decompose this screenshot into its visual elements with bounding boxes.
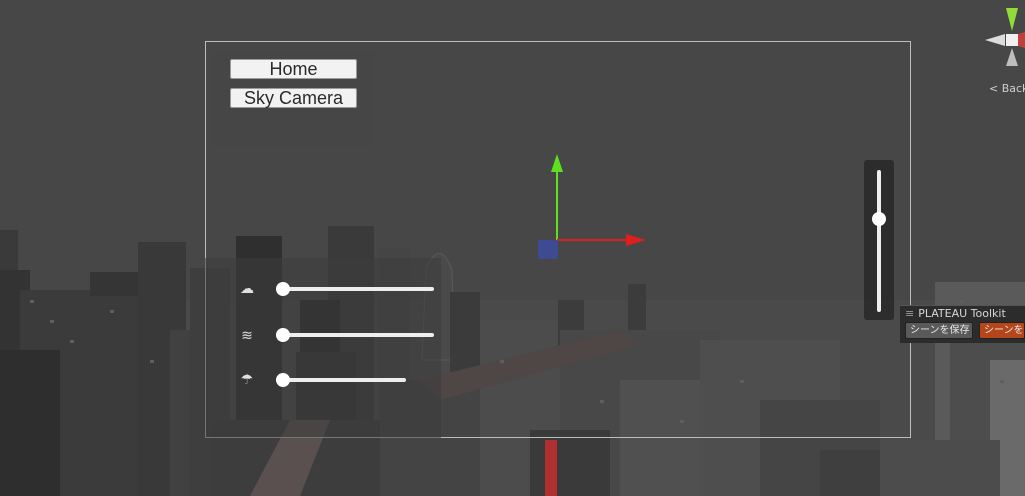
save-scene-button[interactable]: シーンを保存 <box>905 322 973 339</box>
toolkit-title-text: PLATEAU Toolkit <box>918 307 1006 320</box>
weather-slider-2[interactable] <box>276 328 434 342</box>
slider-track[interactable] <box>276 287 434 291</box>
time-vertical-slider[interactable] <box>872 170 886 312</box>
slider-track[interactable] <box>877 170 881 312</box>
slider-track[interactable] <box>276 333 434 337</box>
camera-button-panel: Home Sky Camera <box>213 51 374 146</box>
back-view-label[interactable]: < Back <box>989 82 1025 95</box>
weather-slider-3[interactable] <box>276 373 406 387</box>
weather-slider-1[interactable] <box>276 282 434 296</box>
slider-knob[interactable] <box>276 282 290 296</box>
wind-icon: ≋ <box>241 328 253 344</box>
slider-knob[interactable] <box>276 328 290 342</box>
toolkit-title: ≡ PLATEAU Toolkit <box>905 307 1006 320</box>
rain-icon: ☂ <box>240 372 254 388</box>
sky-camera-button[interactable]: Sky Camera <box>230 88 357 108</box>
slider-knob[interactable] <box>276 373 290 387</box>
gizmo-z-cone[interactable] <box>1018 32 1025 48</box>
open-scene-button[interactable]: シーンを開く <box>979 322 1025 339</box>
drag-handle-icon[interactable]: ≡ <box>905 307 914 320</box>
gizmo-center-cube[interactable] <box>1006 34 1018 46</box>
home-button[interactable]: Home <box>230 59 357 79</box>
vertical-slider-panel <box>864 160 894 320</box>
slider-track[interactable] <box>276 378 406 382</box>
sun-cloud-icon: ☁ <box>240 281 254 297</box>
plateau-toolkit-panel: ≡ PLATEAU Toolkit シーンを保存 シーンを開く <box>900 305 1025 343</box>
slider-knob[interactable] <box>872 212 886 227</box>
